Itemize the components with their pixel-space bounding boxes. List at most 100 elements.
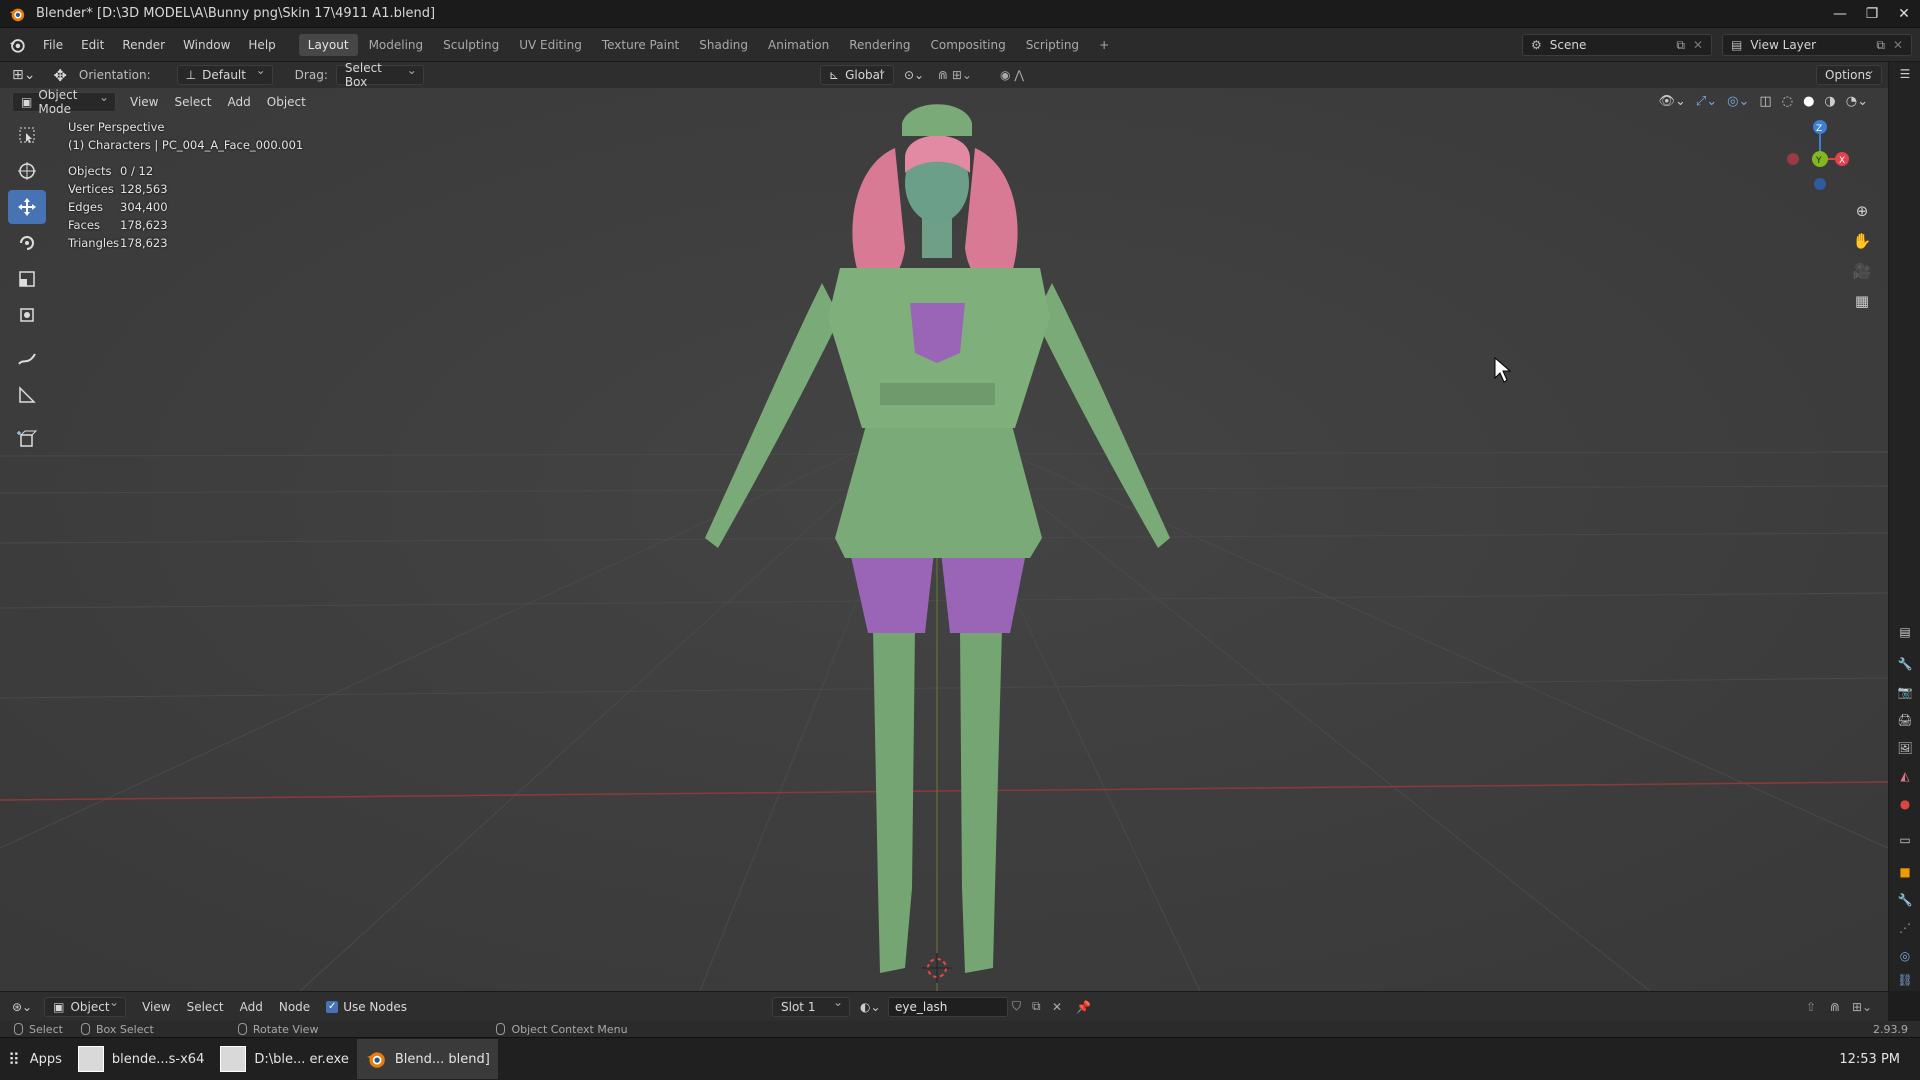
- editor-type-icon[interactable]: ⊞⌄: [12, 67, 35, 83]
- scale-icon[interactable]: [8, 262, 46, 296]
- tab-scripting[interactable]: Scripting: [1017, 34, 1088, 56]
- menu-edit[interactable]: Edit: [72, 34, 113, 56]
- tool-properties-icon[interactable]: 🔧: [1895, 654, 1915, 674]
- shader-menu-select[interactable]: Select: [187, 1000, 224, 1014]
- world-properties-icon[interactable]: ●: [1895, 794, 1915, 814]
- taskbar-item-blender-folder[interactable]: blende...s-x64: [70, 1039, 212, 1079]
- gizmo-toggle-icon[interactable]: ⤢⌄: [1696, 94, 1717, 109]
- minimize-icon[interactable]: —: [1824, 0, 1856, 28]
- outliner-toggle-icon[interactable]: ☰: [1895, 64, 1915, 84]
- material-name-field[interactable]: eye_lash: [888, 996, 1008, 1017]
- options-dropdown[interactable]: Options: [1816, 63, 1882, 85]
- transform-icon[interactable]: [8, 298, 46, 332]
- navigation-gizmo[interactable]: Z Y X: [1785, 114, 1855, 194]
- pivot-point-icon[interactable]: ⊙⌄: [904, 68, 924, 82]
- shader-menu-node[interactable]: Node: [279, 1000, 310, 1014]
- viewport-menu-view[interactable]: View: [130, 95, 158, 109]
- camera-view-icon[interactable]: 🎥: [1849, 258, 1875, 284]
- material-shading-icon[interactable]: ◑: [1824, 94, 1835, 109]
- object-mode-dropdown[interactable]: ▣ Object Mode: [12, 88, 116, 116]
- move-icon[interactable]: [8, 190, 46, 224]
- delete-view-layer-icon[interactable]: ✕: [1893, 38, 1903, 52]
- browse-material-icon[interactable]: ◐⌄: [860, 1000, 881, 1014]
- taskbar-item-blender-exe[interactable]: D:\ble... er.exe: [212, 1039, 357, 1079]
- material-slot-dropdown[interactable]: Slot 1: [772, 995, 850, 1017]
- maximize-icon[interactable]: ❐: [1856, 0, 1888, 28]
- menu-render[interactable]: Render: [113, 34, 174, 56]
- tab-uv-editing[interactable]: UV Editing: [510, 34, 591, 56]
- tab-animation[interactable]: Animation: [759, 34, 838, 56]
- rotate-icon[interactable]: [8, 226, 46, 260]
- solid-shading-icon[interactable]: ●: [1803, 94, 1814, 109]
- tab-shading[interactable]: Shading: [690, 34, 757, 56]
- shader-editor-type-icon[interactable]: ⊛⌄: [12, 1000, 32, 1014]
- new-view-layer-icon[interactable]: ⧉: [1876, 38, 1885, 53]
- fake-user-icon[interactable]: ⛉: [1012, 999, 1021, 1014]
- object-properties-icon[interactable]: ■: [1895, 862, 1915, 882]
- orientation-dropdown[interactable]: ⊥ Default: [176, 63, 273, 85]
- pan-hand-icon[interactable]: ✋: [1849, 228, 1875, 254]
- transform-orientation-value: Global: [845, 68, 884, 82]
- new-scene-icon[interactable]: ⧉: [1676, 38, 1685, 53]
- overlay-toggle-icon[interactable]: ◎⌄: [1727, 94, 1749, 109]
- ortho-toggle-icon[interactable]: ▦: [1849, 288, 1875, 314]
- apps-button[interactable]: ⠿ Apps: [0, 1039, 70, 1079]
- delete-scene-icon[interactable]: ✕: [1693, 38, 1703, 52]
- view-layer-selector[interactable]: ▤ View Layer ⧉ ✕: [1722, 34, 1912, 56]
- viewport-menu-select[interactable]: Select: [174, 95, 211, 109]
- visibility-icon[interactable]: 👁⌄: [1658, 94, 1685, 109]
- zoom-icon[interactable]: ⊕: [1849, 198, 1875, 224]
- drag-dropdown[interactable]: Select Box: [335, 61, 424, 89]
- proportional-edit-icon[interactable]: ◉ ⋀: [1000, 68, 1024, 82]
- shader-type-dropdown[interactable]: ▣ Object: [44, 995, 127, 1017]
- stat-triangles: Triangles 178,623: [68, 236, 168, 250]
- cursor-icon[interactable]: [8, 154, 46, 188]
- shader-menu-view[interactable]: View: [142, 1000, 170, 1014]
- mouse-middle-icon: [237, 1023, 247, 1035]
- collection-properties-icon[interactable]: ▭: [1895, 830, 1915, 850]
- add-workspace-button[interactable]: +: [1090, 34, 1118, 56]
- menu-help[interactable]: Help: [239, 34, 284, 56]
- unlink-material-icon[interactable]: ✕: [1052, 1000, 1062, 1014]
- node-snap-mode-icon[interactable]: ⊞⌄: [1852, 1000, 1872, 1014]
- particle-properties-icon[interactable]: ⋰: [1895, 918, 1915, 938]
- output-properties-icon[interactable]: 🖨: [1895, 710, 1915, 730]
- tab-layout[interactable]: Layout: [298, 33, 358, 56]
- render-properties-icon[interactable]: 📷: [1895, 682, 1915, 702]
- viewport-menu-add[interactable]: Add: [228, 95, 251, 109]
- physics-properties-icon[interactable]: ◎: [1895, 946, 1915, 966]
- tab-modeling[interactable]: Modeling: [360, 34, 433, 56]
- properties-editor-icon[interactable]: ▤: [1895, 622, 1915, 642]
- scene-selector[interactable]: ⚙ Scene ⧉ ✕: [1522, 34, 1712, 56]
- constraint-properties-icon[interactable]: ⛓: [1895, 970, 1915, 990]
- xray-toggle-icon[interactable]: ◫: [1759, 94, 1771, 109]
- rendered-shading-icon[interactable]: ◔⌄: [1846, 94, 1868, 109]
- wireframe-shading-icon[interactable]: ◌: [1782, 94, 1793, 109]
- taskbar-item-blender-window[interactable]: Blend... blend]: [356, 1039, 498, 1079]
- select-box-icon[interactable]: [8, 118, 46, 152]
- view-layer-properties-icon[interactable]: 🖼: [1895, 738, 1915, 758]
- menu-window[interactable]: Window: [174, 34, 239, 56]
- tab-sculpting[interactable]: Sculpting: [434, 34, 508, 56]
- pin-icon[interactable]: 📌: [1076, 1000, 1091, 1014]
- new-material-icon[interactable]: ⧉: [1032, 999, 1041, 1014]
- parent-node-tree-icon[interactable]: ⇧: [1806, 1000, 1816, 1014]
- scene-properties-icon[interactable]: ◭: [1895, 766, 1915, 786]
- 3d-viewport[interactable]: ▣ Object Mode View Select Add Object 👁⌄ …: [0, 88, 1888, 991]
- tab-compositing[interactable]: Compositing: [921, 34, 1014, 56]
- shader-menu-add[interactable]: Add: [240, 1000, 263, 1014]
- blender-menu-icon[interactable]: [8, 36, 26, 54]
- close-icon[interactable]: ✕: [1888, 0, 1920, 28]
- viewport-menu-object[interactable]: Object: [267, 95, 306, 109]
- menu-file[interactable]: File: [34, 34, 72, 56]
- transform-orientation-dropdown[interactable]: ⊾ Global: [820, 63, 894, 85]
- measure-icon[interactable]: [8, 378, 46, 412]
- use-nodes-checkbox[interactable]: ✓ Use Nodes: [326, 1000, 407, 1014]
- modifier-properties-icon[interactable]: 🔧: [1895, 890, 1915, 910]
- add-cube-icon[interactable]: [8, 422, 46, 456]
- snap-icon[interactable]: ⋒ ⊞⌄: [938, 68, 972, 82]
- tab-texture-paint[interactable]: Texture Paint: [593, 34, 688, 56]
- tab-rendering[interactable]: Rendering: [840, 34, 919, 56]
- annotate-icon[interactable]: [8, 342, 46, 376]
- snap-nodes-icon[interactable]: ⋒: [1830, 1000, 1840, 1014]
